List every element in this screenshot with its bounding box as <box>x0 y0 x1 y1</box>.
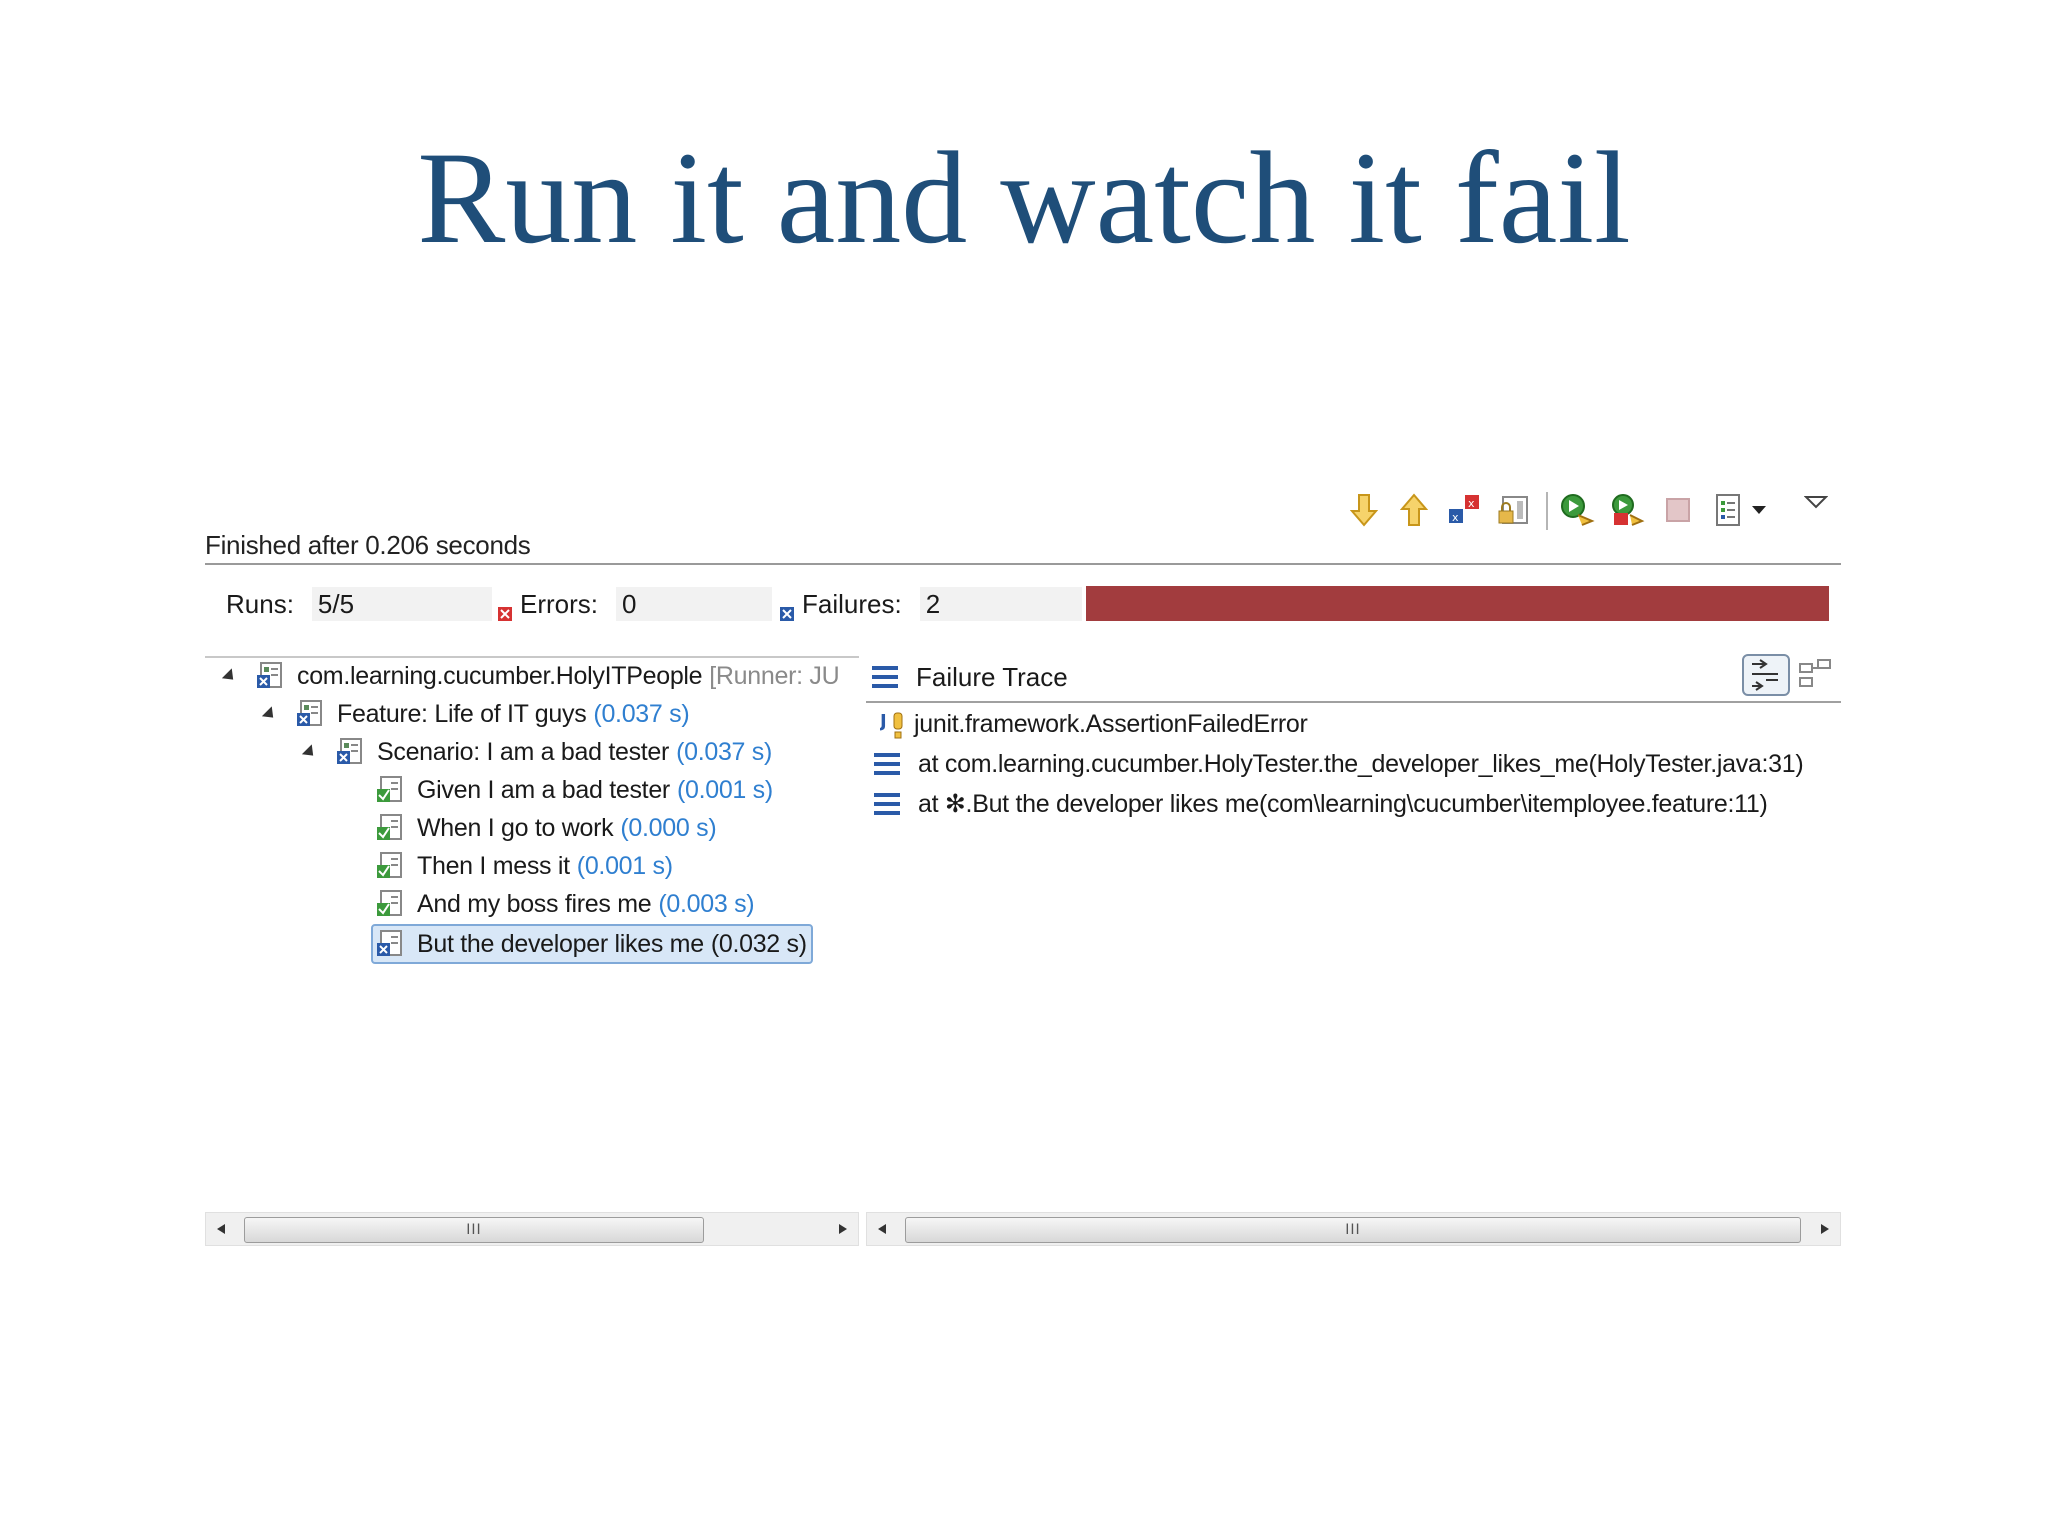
step-time: (0.001 s) <box>676 775 773 804</box>
failures-label: Failures: <box>802 588 902 619</box>
test-failed-icon <box>377 930 402 956</box>
trace-hscrollbar[interactable]: III <box>866 1212 1841 1246</box>
toolbar-separator <box>1546 492 1548 530</box>
trace-line[interactable]: at ✻.But the developer likes me(com\lear… <box>874 786 1768 822</box>
previous-failure-icon[interactable] <box>1394 488 1434 532</box>
expand-twisty-icon[interactable] <box>261 705 279 723</box>
step-label: Given I am a bad tester <box>417 775 670 804</box>
step-time: (0.001 s) <box>576 851 673 880</box>
root-label: com.learning.cucumber.HolyITPeople <box>297 661 703 690</box>
scroll-left-icon[interactable] <box>867 1213 897 1245</box>
junit-toolbar: xx <box>1344 488 1840 532</box>
test-passed-icon <box>377 776 402 802</box>
step-time: (0.000 s) <box>620 813 717 842</box>
trace-frame: at ✻.But the developer likes me(com\lear… <box>918 790 1768 818</box>
view-menu-icon[interactable] <box>1796 480 1836 524</box>
next-failure-icon[interactable] <box>1344 488 1384 532</box>
step-time: (0.032 s) <box>710 929 807 958</box>
tree-step[interactable]: Then I mess it (0.001 s) <box>375 848 673 884</box>
scroll-left-icon[interactable] <box>206 1213 236 1245</box>
step-time: (0.003 s) <box>658 889 755 918</box>
failure-trace-title: Failure Trace <box>916 661 1068 692</box>
runs-counter: Runs: 5/5 <box>226 585 492 623</box>
svg-text:x: x <box>1452 511 1459 524</box>
test-passed-icon <box>377 852 402 878</box>
scenario-label: Scenario: I am a bad tester <box>377 737 670 766</box>
tree-step[interactable]: When I go to work (0.000 s) <box>375 810 717 846</box>
scroll-thumb[interactable]: III <box>244 1217 704 1243</box>
show-failures-only-icon[interactable]: xx <box>1444 488 1484 532</box>
failures-counter: Failures: 2 <box>780 585 1082 623</box>
finished-status: Finished after 0.206 seconds <box>205 530 531 560</box>
tree-root[interactable]: com.learning.cucumber.HolyITPeople [Runn… <box>221 658 840 694</box>
compare-result-button[interactable] <box>1796 654 1836 696</box>
tree-step[interactable]: And my boss fires me (0.003 s) <box>375 886 755 922</box>
test-suite-failed-icon <box>337 738 362 764</box>
filter-stack-trace-button[interactable] <box>1742 654 1790 696</box>
history-dropdown-icon[interactable] <box>1744 488 1774 532</box>
tree-hscrollbar[interactable]: III <box>205 1212 859 1246</box>
stack-frame-icon <box>874 753 900 775</box>
svg-text:x: x <box>1468 497 1475 510</box>
rerun-failed-first-icon[interactable] <box>1608 488 1648 532</box>
junit-error-icon: J <box>880 711 903 739</box>
runs-label: Runs: <box>226 588 294 619</box>
svg-text:J: J <box>880 711 886 732</box>
failure-icon <box>780 597 794 621</box>
test-passed-icon <box>377 890 402 916</box>
scenario-time: (0.037 s) <box>676 737 773 766</box>
trace-frame: at com.learning.cucumber.HolyTester.the_… <box>918 749 1804 778</box>
root-runner: [Runner: JU <box>709 661 840 690</box>
trace-rule <box>866 701 1841 703</box>
expand-twisty-icon[interactable] <box>301 743 319 761</box>
failures-value: 2 <box>919 587 1082 621</box>
test-passed-icon <box>377 814 402 840</box>
test-suite-failed-icon <box>297 700 322 726</box>
stack-frame-icon <box>874 793 900 815</box>
test-tree: com.learning.cucumber.HolyITPeople [Runn… <box>205 656 859 1216</box>
expand-twisty-icon[interactable] <box>221 667 239 685</box>
scroll-right-icon[interactable] <box>1810 1213 1840 1245</box>
step-label: But the developer likes me <box>417 929 704 958</box>
scroll-lock-icon[interactable] <box>1494 488 1534 532</box>
rerun-test-icon[interactable] <box>1558 488 1598 532</box>
step-label: Then I mess it <box>417 851 570 880</box>
stack-trace-icon <box>872 666 898 688</box>
scroll-right-icon[interactable] <box>828 1213 858 1245</box>
test-progress-bar <box>1086 586 1829 621</box>
step-label: When I go to work <box>417 813 614 842</box>
errors-counter: Errors: 0 <box>498 585 772 623</box>
test-suite-failed-icon <box>257 662 282 688</box>
feature-label: Feature: Life of IT guys <box>337 699 587 728</box>
error-icon <box>498 597 512 621</box>
failure-trace-header: Failure Trace <box>872 658 1840 696</box>
scroll-thumb[interactable]: III <box>905 1217 1801 1243</box>
header-rule <box>205 563 1841 565</box>
trace-exception: junit.framework.AssertionFailedError <box>914 709 1308 738</box>
feature-time: (0.037 s) <box>593 699 690 728</box>
tree-step-selected[interactable]: But the developer likes me (0.032 s) <box>371 924 813 964</box>
test-run-history-icon[interactable] <box>1708 488 1748 532</box>
tree-feature[interactable]: Feature: Life of IT guys (0.037 s) <box>261 696 690 732</box>
stop-icon[interactable] <box>1658 488 1698 532</box>
errors-value: 0 <box>616 587 772 621</box>
slide-title: Run it and watch it fail <box>417 124 1631 271</box>
tree-step[interactable]: Given I am a bad tester (0.001 s) <box>375 772 773 808</box>
step-label: And my boss fires me <box>417 889 652 918</box>
runs-value: 5/5 <box>311 587 492 621</box>
trace-line[interactable]: at com.learning.cucumber.HolyTester.the_… <box>874 746 1804 782</box>
tree-scenario[interactable]: Scenario: I am a bad tester (0.037 s) <box>301 734 773 770</box>
errors-label: Errors: <box>520 588 598 619</box>
trace-line[interactable]: J junit.framework.AssertionFailedError <box>880 706 1308 742</box>
